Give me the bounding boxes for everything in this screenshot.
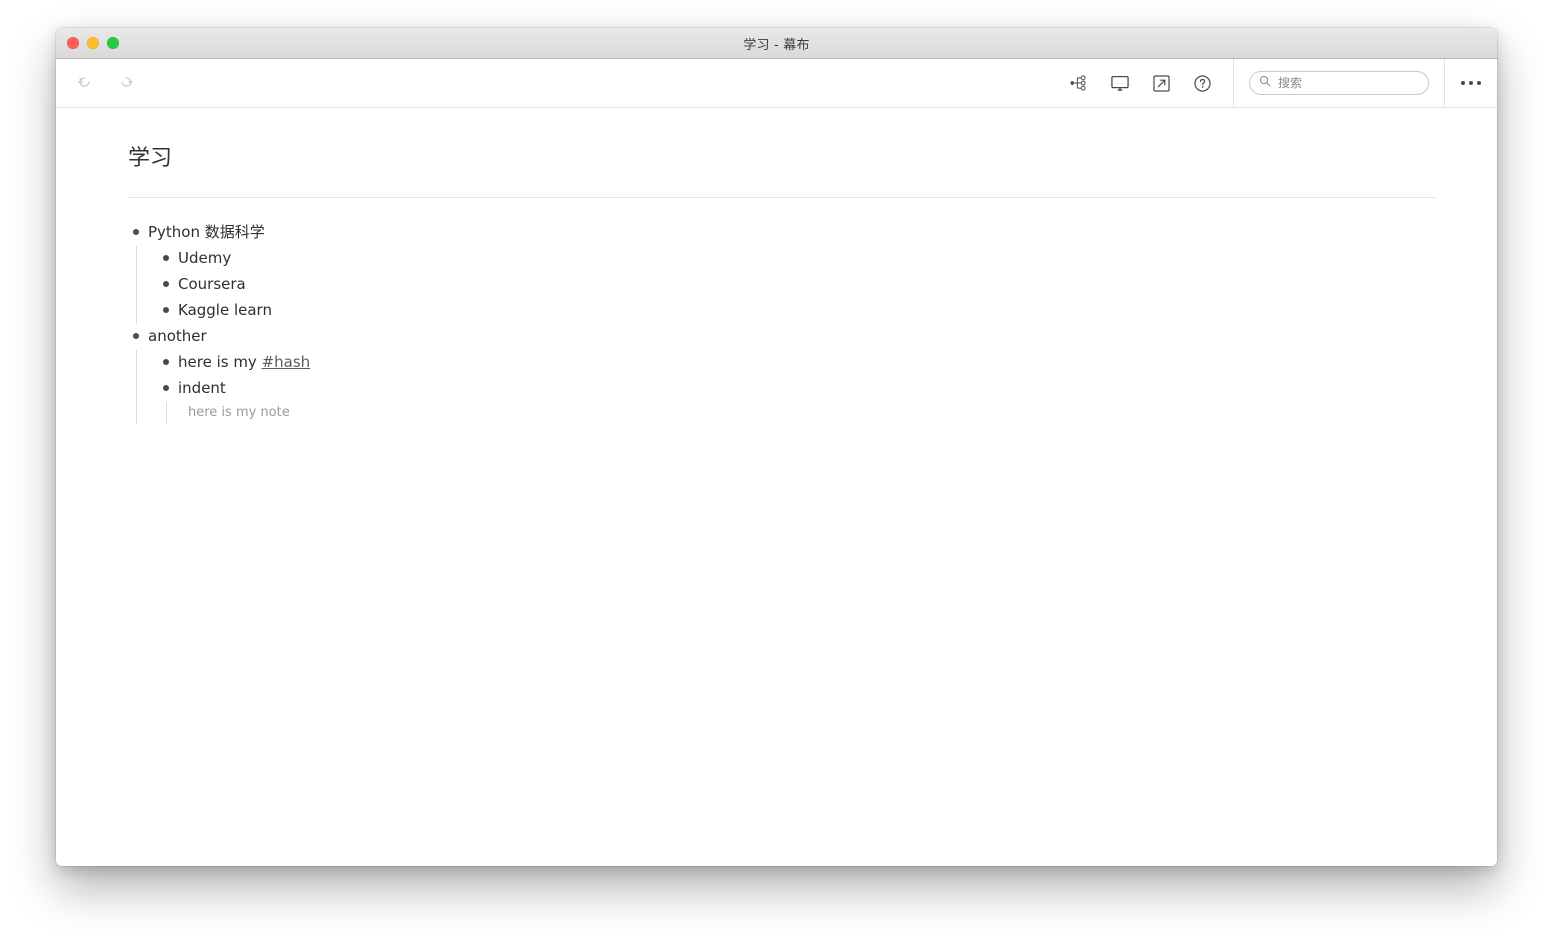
app-window: 学习 - 幕布 搜索 学习 Python 数据科学 Udemy Coursera… <box>56 28 1497 866</box>
document-area: 学习 Python 数据科学 Udemy Coursera Kaggle lea… <box>56 108 1497 866</box>
bullet-icon[interactable] <box>158 273 174 295</box>
bullet-icon[interactable] <box>158 351 174 373</box>
window-titlebar: 学习 - 幕布 <box>56 28 1497 59</box>
outline-children: here is my #hash indent here is my note <box>136 349 1437 424</box>
outline-children: Udemy Coursera Kaggle learn <box>136 245 1437 324</box>
bullet-icon[interactable] <box>158 247 174 269</box>
outline-item-label[interactable]: here is my #hash <box>174 351 310 373</box>
more-options-button[interactable] <box>1444 59 1497 107</box>
bullet-icon[interactable] <box>128 221 144 243</box>
outline-row[interactable]: here is my #hash <box>158 350 1437 376</box>
outline-row[interactable]: Coursera <box>158 272 1437 298</box>
traffic-lights <box>67 37 119 49</box>
more-horizontal-icon <box>1461 81 1481 85</box>
bullet-icon[interactable] <box>158 377 174 399</box>
outline-item: Coursera <box>158 272 1437 298</box>
outline-item-label[interactable]: Udemy <box>174 247 231 269</box>
help-icon[interactable] <box>1189 70 1215 96</box>
search-input[interactable] <box>1276 75 1419 91</box>
search-container <box>1233 59 1444 107</box>
search-icon <box>1259 74 1271 92</box>
outline-item: another here is my #hash indent here is … <box>128 324 1437 424</box>
outline-item: here is my #hash <box>158 350 1437 376</box>
outline-list: Python 数据科学 Udemy Coursera Kaggle learn … <box>128 220 1437 424</box>
share-icon[interactable] <box>1148 70 1174 96</box>
mindmap-icon[interactable] <box>1066 70 1092 96</box>
close-window-button[interactable] <box>67 37 79 49</box>
outline-item-label[interactable]: another <box>144 325 207 347</box>
bullet-icon[interactable] <box>158 299 174 321</box>
redo-button[interactable] <box>112 70 138 96</box>
document-inner: 学习 Python 数据科学 Udemy Coursera Kaggle lea… <box>56 144 1497 424</box>
toolbar-right-group <box>1066 59 1497 107</box>
desktop-background: 学习 - 幕布 搜索 学习 Python 数据科学 Udemy Coursera… <box>0 0 1552 949</box>
outline-item-text: here is my <box>178 352 262 371</box>
outline-item: Udemy <box>158 246 1437 272</box>
outline-item-label[interactable]: Coursera <box>174 273 246 295</box>
outline-root: Python 数据科学 Udemy Coursera Kaggle learn … <box>128 220 1437 424</box>
outline-item: Kaggle learn <box>158 298 1437 324</box>
search-box[interactable] <box>1249 71 1429 95</box>
presentation-icon[interactable] <box>1107 70 1133 96</box>
toolbar <box>56 59 1497 108</box>
outline-item-label[interactable]: Python 数据科学 <box>144 221 265 243</box>
outline-row[interactable]: another <box>128 324 1437 350</box>
outline-row[interactable]: Python 数据科学 <box>128 220 1437 246</box>
title-divider <box>128 196 1437 198</box>
bullet-icon[interactable] <box>128 325 144 347</box>
maximize-window-button[interactable] <box>107 37 119 49</box>
outline-row[interactable]: indent <box>158 376 1437 402</box>
window-title: 学习 - 幕布 <box>743 37 810 53</box>
outline-row[interactable]: Kaggle learn <box>158 298 1437 324</box>
outline-item-label[interactable]: indent <box>174 377 226 399</box>
outline-row[interactable]: Udemy <box>158 246 1437 272</box>
undo-button[interactable] <box>72 70 98 96</box>
toolbar-action-icons <box>1066 70 1233 96</box>
outline-item: indent here is my note <box>158 376 1437 424</box>
outline-item-label[interactable]: Kaggle learn <box>174 299 272 321</box>
history-button-group <box>72 70 138 96</box>
hashtag-link[interactable]: #hash <box>262 353 311 371</box>
outline-item: Python 数据科学 Udemy Coursera Kaggle learn <box>128 220 1437 324</box>
outline-item-note[interactable]: here is my note <box>166 401 1437 424</box>
page-title[interactable]: 学习 <box>128 144 1437 175</box>
minimize-window-button[interactable] <box>87 37 99 49</box>
